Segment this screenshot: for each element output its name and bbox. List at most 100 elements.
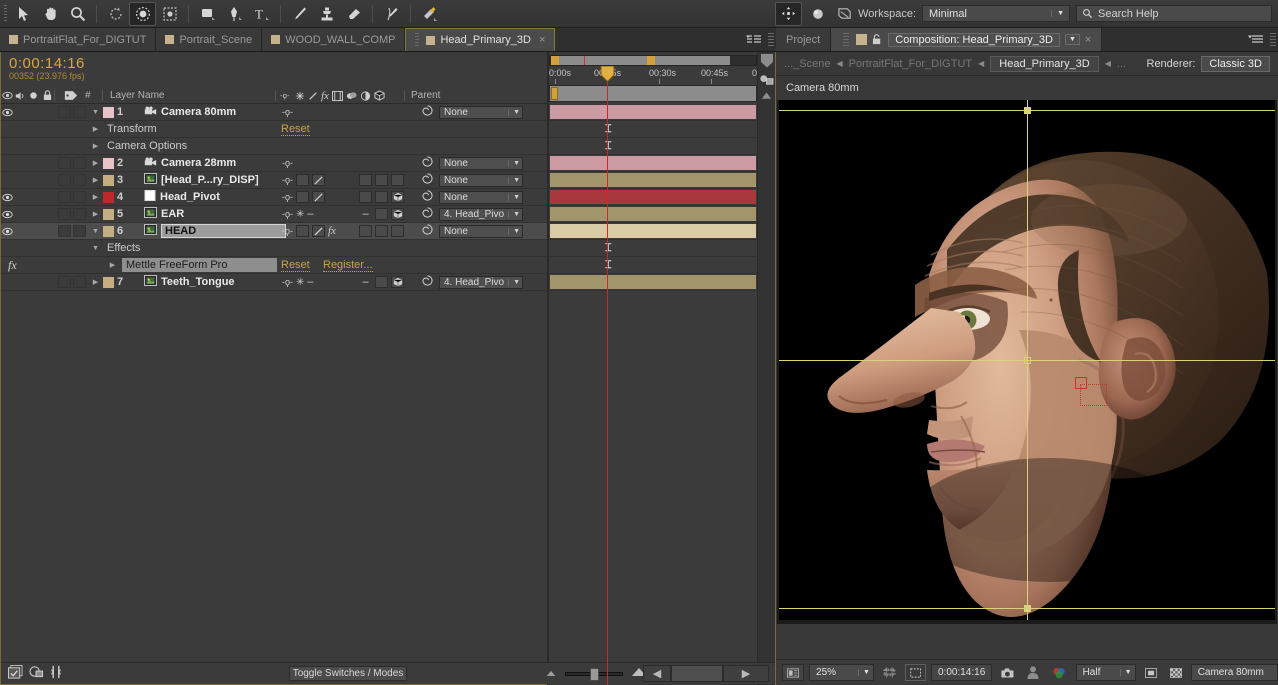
toggle-switches-modes-button[interactable]: Toggle Switches / Modes (289, 666, 407, 681)
parent-select[interactable]: 4. Head_Pivo ▼ (439, 207, 523, 221)
frame-blend-switch[interactable] (359, 225, 372, 237)
current-time-indicator[interactable] (607, 66, 608, 685)
brush-tool-icon[interactable] (286, 2, 313, 26)
expand-arrow[interactable]: ▶ (89, 142, 102, 150)
zoom-slider[interactable] (565, 667, 623, 681)
anchor-point-top[interactable] (1024, 107, 1031, 114)
layer-name[interactable]: EAR (161, 208, 184, 220)
audio-switch[interactable]: -ϙ- (282, 192, 293, 202)
audio-cell[interactable] (58, 276, 71, 288)
audio-cell[interactable] (58, 191, 71, 203)
motion-blur-switch[interactable] (375, 276, 388, 288)
three-d-switch[interactable] (391, 276, 404, 288)
expand-arrow[interactable]: ▶ (89, 193, 102, 201)
shy-switch[interactable]: ✳ (296, 209, 304, 220)
breadcrumb-item-scene[interactable]: ..._Scene (784, 58, 830, 70)
list-item[interactable]: ▶ Camera Options (1, 138, 547, 155)
solo-cell[interactable] (73, 157, 86, 169)
close-icon[interactable]: × (1085, 34, 1091, 46)
tab-drag-handle[interactable] (415, 33, 420, 47)
tab-portrait-scene[interactable]: Portrait_Scene (156, 28, 263, 51)
duration-bar[interactable] (550, 105, 756, 119)
composition-canvas[interactable] (779, 100, 1275, 620)
list-item[interactable]: ▼ Effects (1, 240, 547, 257)
expand-arrow[interactable]: ▶ (89, 278, 102, 286)
table-row[interactable]: ▶ 4 Head_Pivot -ϙ- None ▼ (1, 189, 547, 206)
visibility-toggle[interactable] (1, 108, 14, 117)
comp-mini-flowchart-icon[interactable] (758, 74, 775, 87)
collapse-switch[interactable]: – (307, 276, 313, 288)
prev-view-button[interactable]: ◀ (643, 665, 671, 682)
duration-bar[interactable] (550, 275, 756, 289)
duration-bar[interactable] (550, 224, 756, 238)
frame-blend-switch[interactable] (359, 174, 372, 186)
table-row[interactable]: ▶ 7 Teeth_Tongue -ϙ- ✳ – – 4. Head_Pivo … (1, 274, 547, 291)
parent-pickwhip[interactable] (422, 173, 433, 187)
comp-time-field[interactable]: 0:00:14:16 (930, 664, 993, 681)
track-row[interactable] (549, 206, 757, 223)
collapse-switch[interactable] (312, 225, 325, 237)
puppet-pin-tool-icon[interactable] (416, 2, 443, 26)
next-view-button[interactable]: ▶ (723, 665, 769, 682)
world-axis-mode-icon[interactable] (804, 2, 831, 26)
parent-pickwhip[interactable] (422, 190, 433, 204)
tab-composition-head-primary-3d[interactable]: Composition: Head_Primary_3D ▼ × (831, 28, 1103, 51)
frame-blend-switch[interactable] (359, 191, 372, 203)
eraser-tool-icon[interactable] (340, 2, 367, 26)
work-area-start-handle[interactable] (551, 56, 559, 65)
show-channel-icon[interactable] (1048, 664, 1070, 681)
collapse-switch[interactable]: – (307, 208, 313, 220)
tab-head-primary-3d[interactable]: Head_Primary_3D × (405, 28, 556, 51)
audio-cell[interactable] (58, 208, 71, 220)
comp-flowchart-icon[interactable] (8, 665, 23, 682)
layer-name[interactable]: [Head_P...ry_DISP] (161, 174, 259, 186)
audio-switch[interactable]: -ϙ- (282, 277, 293, 287)
expand-arrow[interactable]: ▼ (89, 245, 102, 252)
parent-select[interactable]: None ▼ (439, 173, 523, 187)
effect-reset-link[interactable]: Reset (281, 259, 310, 272)
current-time-indicator-head[interactable] (600, 65, 615, 83)
magnification-select[interactable]: 25% ▼ (809, 664, 874, 681)
three-d-switch[interactable] (391, 174, 404, 186)
motion-blur-switch[interactable] (375, 225, 388, 237)
solo-cell[interactable] (73, 225, 86, 237)
toggle-transparency-grid-icon[interactable] (1166, 664, 1186, 681)
composition-panel-grip[interactable] (1270, 32, 1276, 47)
orbit-camera-tool-icon[interactable] (129, 1, 156, 26)
audio-switch[interactable]: -ϙ- (282, 107, 293, 117)
duration-bar[interactable] (550, 173, 756, 187)
roto-brush-tool-icon[interactable] (378, 2, 405, 26)
duration-bar[interactable] (550, 190, 756, 204)
solo-cell[interactable] (73, 208, 86, 220)
expand-arrow[interactable]: ▶ (106, 261, 119, 269)
parent-pickwhip[interactable] (422, 207, 433, 221)
motion-blur-switch[interactable] (375, 191, 388, 203)
audio-cell[interactable] (58, 157, 71, 169)
audio-switch[interactable]: -ϙ- (282, 158, 293, 168)
audio-cell[interactable] (58, 174, 71, 186)
anchor-point-center[interactable] (1024, 357, 1031, 364)
selection-tool-icon[interactable] (10, 2, 37, 26)
tab-project[interactable]: Project (776, 28, 832, 51)
composition-viewport[interactable] (777, 100, 1277, 624)
region-of-interest-icon[interactable] (904, 664, 926, 681)
parent-pickwhip[interactable] (422, 105, 433, 119)
collapse-switch[interactable] (312, 191, 325, 203)
track-row[interactable]: ⌶ (549, 240, 757, 257)
track-row[interactable]: ⌶ (549, 257, 757, 274)
navigator-start-handle[interactable] (551, 87, 558, 100)
work-area-bar[interactable] (549, 55, 757, 66)
label-color[interactable] (103, 225, 114, 237)
visibility-toggle[interactable] (1, 193, 14, 202)
table-row[interactable]: ▶ 3 [Head_P...ry_DISP] -ϙ- None ▼ (1, 172, 547, 189)
expand-arrow[interactable]: ▶ (89, 210, 102, 218)
rect-shape-tool-icon[interactable] (194, 2, 221, 26)
effect-enable-fx-icon[interactable]: fx (8, 258, 17, 273)
always-preview-this-view-icon[interactable] (782, 664, 805, 681)
breadcrumb-item-more[interactable]: ... (1117, 58, 1126, 70)
anchor-point-bottom[interactable] (1024, 605, 1031, 612)
track-row[interactable]: ⌶ (549, 121, 757, 138)
layer-bounds-marker[interactable] (1080, 384, 1107, 406)
expand-arrow[interactable]: ▼ (89, 109, 102, 116)
hide-shy-layers-icon[interactable] (50, 665, 62, 682)
